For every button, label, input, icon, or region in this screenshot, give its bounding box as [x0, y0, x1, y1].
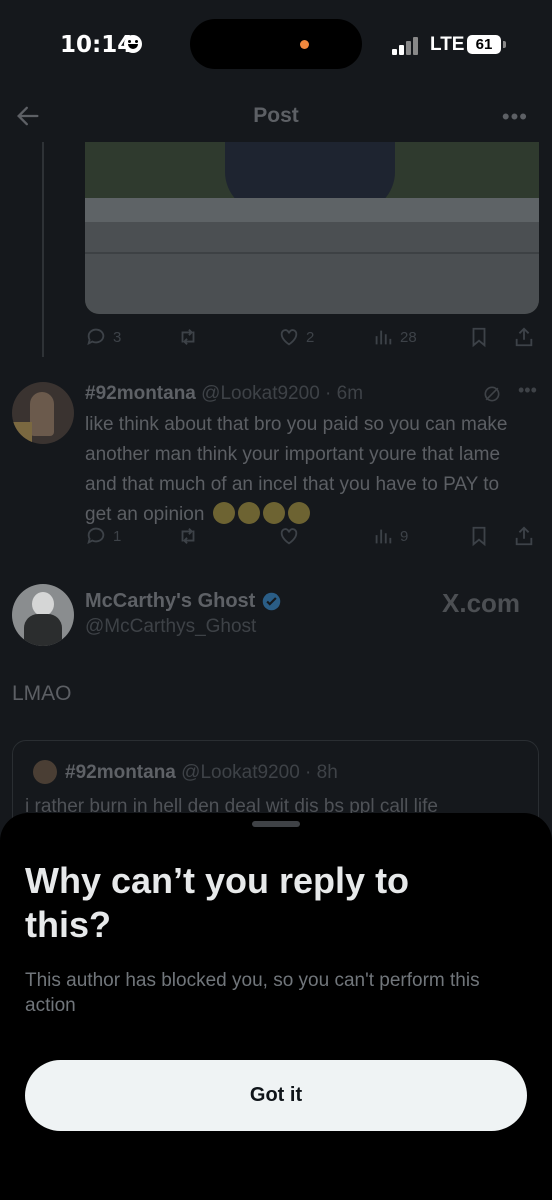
quoted-age: 8h	[316, 762, 338, 783]
avatar[interactable]	[12, 382, 74, 444]
sheet-description: This author has blocked you, so you can'…	[25, 970, 480, 1016]
tweet-header: #92montana @Lookat9200 · 6m	[85, 383, 364, 404]
mic-indicator-dot	[300, 40, 309, 49]
like-button[interactable]: 2	[278, 326, 314, 348]
repost-icon	[181, 329, 195, 345]
reply-tweet-actions: 1 9	[85, 525, 539, 551]
display-name: McCarthy's Ghost	[85, 590, 256, 612]
sheet-grabber-handle[interactable]	[252, 821, 300, 827]
view-count: 9	[400, 527, 409, 545]
media-post-actions: 3 2 28	[85, 326, 539, 352]
status-bar: 10:14 LTE 61	[0, 0, 552, 92]
display-name[interactable]: #92montana	[85, 383, 196, 404]
thread-connector-line	[42, 142, 44, 357]
network-label: LTE	[430, 34, 465, 55]
repost-button[interactable]	[177, 326, 199, 348]
reply-count: 3	[113, 328, 122, 346]
reply-button[interactable]: 3	[85, 326, 121, 348]
dynamic-island	[190, 19, 362, 69]
post-age: 6m	[336, 383, 364, 404]
top-bar: Post •••	[0, 92, 552, 142]
heart-icon	[280, 528, 298, 545]
crying-emoji-icon	[237, 502, 260, 524]
reply-icon	[87, 527, 105, 545]
handle[interactable]: @Lookat9200	[201, 383, 320, 404]
bookmark-icon	[472, 526, 486, 547]
battery-icon: 61	[467, 35, 501, 54]
reply-button[interactable]: 1	[85, 525, 121, 547]
repost-icon	[181, 528, 195, 544]
quoted-header: #92montana @Lookat9200 · 8h	[65, 762, 338, 783]
views-button[interactable]: 28	[372, 326, 417, 348]
sheet-title: Why can’t you reply to this?	[25, 860, 410, 945]
crying-emoji-icon	[287, 502, 310, 524]
views-chart-icon	[375, 529, 392, 544]
got-it-button[interactable]: Got it	[25, 1060, 527, 1131]
views-button[interactable]: 9	[372, 525, 408, 547]
post-screen: 10:14 LTE 61 Post ••• 3 2 28 #92montana …	[0, 0, 552, 1200]
blocked-info-sheet: Why can’t you reply to this? This author…	[0, 813, 552, 1200]
bookmark-icon	[472, 327, 486, 348]
battery-tip	[503, 41, 506, 48]
like-button[interactable]	[278, 525, 300, 547]
more-options-icon[interactable]: •••	[502, 104, 528, 130]
focus-smiley-icon	[124, 35, 142, 53]
laughing-emoji-icon	[212, 502, 235, 524]
share-button[interactable]	[513, 326, 535, 348]
page-title: Post	[253, 104, 299, 127]
bookmark-button[interactable]	[468, 326, 490, 348]
views-chart-icon	[375, 330, 392, 345]
grok-slash-icon[interactable]	[482, 384, 502, 404]
x-com-watermark: X.com	[442, 588, 521, 618]
reply-icon	[87, 328, 105, 346]
signal-icon	[392, 37, 422, 55]
quoted-avatar	[33, 760, 57, 784]
repost-button[interactable]	[177, 525, 199, 547]
like-count: 2	[306, 328, 315, 346]
main-tweet-text: LMAO	[12, 682, 72, 705]
share-icon	[515, 526, 533, 546]
avatar[interactable]	[12, 584, 74, 646]
quoted-display-name: #92montana	[65, 762, 176, 783]
heart-icon	[280, 329, 298, 346]
main-author-name[interactable]: McCarthy's Ghost	[85, 590, 282, 613]
laughing-emoji-icon	[262, 502, 285, 524]
quoted-handle: @Lookat9200	[181, 762, 300, 783]
reply-count: 1	[113, 527, 122, 545]
bookmark-button[interactable]	[468, 525, 490, 547]
verified-badge-icon	[263, 592, 281, 611]
post-media-image[interactable]	[85, 142, 539, 314]
share-button[interactable]	[513, 525, 535, 547]
handle[interactable]: @McCarthys_Ghost	[85, 616, 256, 638]
tweet-more-icon[interactable]: •••	[518, 380, 537, 401]
share-icon	[515, 327, 533, 347]
tweet-text: like think about that bro you paid so yo…	[85, 410, 530, 530]
view-count: 28	[400, 328, 417, 346]
status-time: 10:14	[60, 32, 134, 58]
